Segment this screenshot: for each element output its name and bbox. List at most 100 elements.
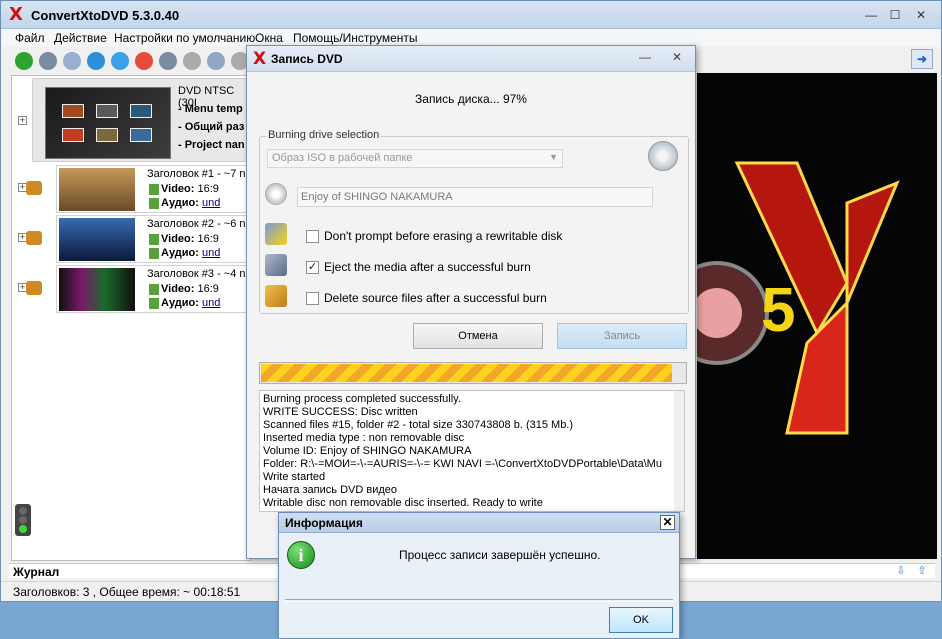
info-dialog-titlebar[interactable]: Информация ✕ <box>279 513 679 533</box>
traffic-light-icon <box>15 504 31 536</box>
dvd-menu-template: - Menu temp <box>178 103 243 115</box>
title-list[interactable]: + DVD NTSC (30I - Menu temp - Общий раз … <box>11 75 251 561</box>
journal-up-icon[interactable]: ⇧ <box>913 564 931 578</box>
add-icon[interactable] <box>15 52 33 70</box>
info-divider <box>285 599 673 602</box>
journal-down-icon[interactable]: ⇩ <box>892 564 910 578</box>
app-title: ConvertXtoDVD 5.3.0.40 <box>31 8 180 23</box>
burn-dialog-title: Запись DVD <box>271 52 343 66</box>
title-3-audio-link[interactable]: und <box>202 297 220 309</box>
save-icon[interactable] <box>39 52 57 70</box>
video-icon <box>149 284 159 295</box>
burn-progress-fill <box>261 364 672 382</box>
log-line: Inserted media type : non removable disc <box>263 432 465 444</box>
delete-source-label: Delete source files after a successful b… <box>324 291 547 305</box>
title-item-1[interactable]: Заголовок #1 - ~7 n Video: 16:9 Аудио: u… <box>56 165 250 213</box>
log-scrollbar[interactable] <box>674 391 684 511</box>
main-titlebar[interactable]: X ConvertXtoDVD 5.3.0.40 — ☐ ✕ <box>1 1 941 29</box>
info-dialog: Информация ✕ i Процесс записи завершён у… <box>278 512 680 639</box>
menu-action[interactable]: Действие <box>54 31 107 45</box>
title-3-video: Video: 16:9 <box>161 283 219 295</box>
dvd-menu-thumbnail <box>45 87 171 159</box>
app-logo-icon: X <box>9 4 23 25</box>
title-3-thumbnail <box>59 268 135 311</box>
title-1-audio: Аудио: und <box>161 197 221 209</box>
log-line: Write started <box>263 471 326 483</box>
dvd-project-name: - Project nan <box>178 139 245 151</box>
burn-minimize-button[interactable]: — <box>639 50 651 64</box>
status-text: Заголовков: 3 , Общее время: ~ 00:18:51 <box>13 585 241 599</box>
title-2-film-icon <box>26 231 42 245</box>
menu-defaults[interactable]: Настройки по умолчанию <box>114 31 255 45</box>
drive-select[interactable]: Образ ISO в рабочей папке ▼ <box>267 149 563 168</box>
maximize-button[interactable]: ☐ <box>883 6 907 24</box>
title-1-video: Video: 16:9 <box>161 183 219 195</box>
drive-section-label: Burning drive selection <box>266 129 382 141</box>
video-icon <box>149 184 159 195</box>
menu-file[interactable]: Файл <box>15 31 45 45</box>
log-line: Volume ID: Enjoy of SHINGO NAKAMURA <box>263 445 472 457</box>
convertx-logo-icon: 5 <box>697 73 937 559</box>
eject-checkbox[interactable]: ✓ <box>306 261 319 274</box>
burn-dvd-dialog: X Запись DVD — ✕ Запись диска... 97% Bur… <box>246 45 696 559</box>
dont-prompt-checkbox[interactable] <box>306 230 319 243</box>
burn-close-button[interactable]: ✕ <box>672 50 682 64</box>
minimize-button[interactable]: — <box>859 6 883 24</box>
download-icon[interactable] <box>87 52 105 70</box>
eject-label: Eject the media after a successful burn <box>324 260 531 274</box>
video-icon <box>149 234 159 245</box>
dvd-total-size: - Общий раз <box>178 121 245 133</box>
burn-dialog-titlebar[interactable]: X Запись DVD — ✕ <box>247 46 695 72</box>
burn-button[interactable]: Запись <box>557 323 687 349</box>
cancel-button[interactable]: Отмена <box>413 323 543 349</box>
dvd-node[interactable]: DVD NTSC (30I - Menu temp - Общий раз - … <box>32 78 250 162</box>
upload-icon[interactable] <box>111 52 129 70</box>
title-2-thumbnail <box>59 218 135 261</box>
log-line: Burning process completed successfully. <box>263 393 461 405</box>
log-line: Folder: R:\-=МОИ=-\-=AURIS=-\-= KWI NAVI… <box>263 458 662 470</box>
menu-windows[interactable]: Окна <box>255 31 283 45</box>
title-3-heading: Заголовок #3 - ~4 n <box>147 268 246 280</box>
delete-source-checkbox[interactable] <box>306 292 319 305</box>
erase-warning-icon <box>265 223 287 245</box>
title-2-video: Video: 16:9 <box>161 233 219 245</box>
title-item-3[interactable]: Заголовок #3 - ~4 n Video: 16:9 Аудио: u… <box>56 265 250 313</box>
title-2-audio-link[interactable]: und <box>202 247 220 259</box>
title-1-audio-link[interactable]: und <box>202 197 220 209</box>
burn-logo-icon: X <box>253 49 267 69</box>
burn-status-text: Запись диска... 97% <box>415 92 527 106</box>
title-item-2[interactable]: Заголовок #2 - ~6 n Video: 16:9 Аудио: u… <box>56 215 250 263</box>
journal-label: Журнал <box>13 565 60 579</box>
convert-icon[interactable] <box>63 52 81 70</box>
log-line: WRITE SUCCESS: Disc written <box>263 406 418 418</box>
log-line: Writable disc non removable disc inserte… <box>263 497 543 509</box>
title-2-heading: Заголовок #2 - ~6 n <box>147 218 246 230</box>
burn-progress-bar <box>259 362 687 384</box>
link-icon[interactable] <box>159 52 177 70</box>
grid-icon[interactable] <box>183 52 201 70</box>
info-icon: i <box>287 541 315 569</box>
drive-refresh-icon[interactable] <box>648 141 678 171</box>
burn-log[interactable]: Burning process completed successfully. … <box>259 390 685 512</box>
screen-icon[interactable] <box>207 52 225 70</box>
title-1-thumbnail <box>59 168 135 211</box>
chevron-down-icon: ▼ <box>549 152 558 162</box>
expand-dvd-icon[interactable]: + <box>18 116 27 125</box>
disc-icon <box>265 183 287 205</box>
log-line: Scanned files #15, folder #2 - total siz… <box>263 419 574 431</box>
menu-help-tools[interactable]: Помощь/Инструменты <box>293 31 418 45</box>
logo-digit: 5 <box>761 276 795 345</box>
info-close-button[interactable]: ✕ <box>660 515 675 530</box>
preview-panel: 5 <box>697 73 937 559</box>
title-1-heading: Заголовок #1 - ~7 n <box>147 168 246 180</box>
preview-next-button[interactable]: ➜ <box>911 49 933 69</box>
delete-icon[interactable] <box>135 52 153 70</box>
close-button[interactable]: ✕ <box>909 6 933 24</box>
log-line: Начата запись DVD видео <box>263 484 397 496</box>
info-message: Процесс записи завершён успешно. <box>399 548 601 562</box>
drive-selection-group: Burning drive selection Образ ISO в рабо… <box>259 129 689 314</box>
ok-button[interactable]: OK <box>609 607 673 633</box>
volume-id-input[interactable]: Enjoy of SHINGO NAKAMURA <box>297 187 653 207</box>
title-3-film-icon <box>26 281 42 295</box>
title-3-audio: Аудио: und <box>161 297 221 309</box>
